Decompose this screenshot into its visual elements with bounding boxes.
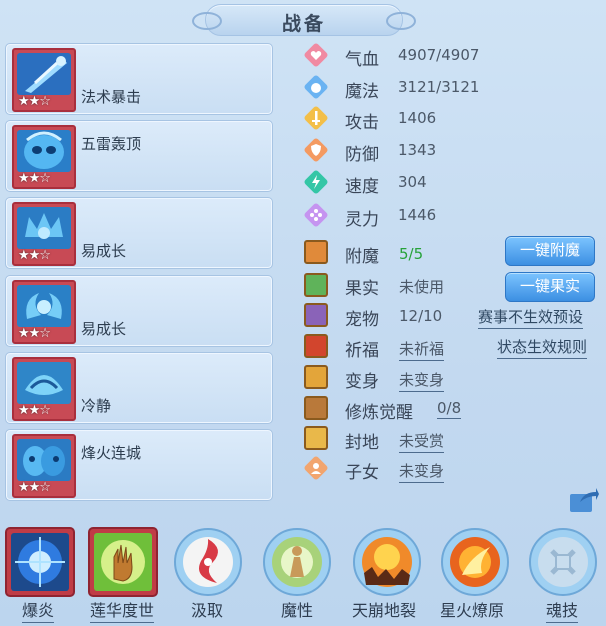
enchant-icon [304,240,328,264]
fruit-icon [304,273,328,297]
extra-label-awaken: 修炼觉醒 [345,403,413,423]
stat-label: 攻击 [345,113,379,133]
skill-card[interactable]: ★★☆ 法术暴击 [5,43,273,115]
bottom-skill-slot[interactable] [173,527,243,597]
golden-hand-icon [88,527,158,597]
sword-icon [304,106,328,130]
blue-burst-icon [5,527,75,597]
bottom-skill-label: 天崩地裂 [352,601,417,620]
shield-icon [304,138,328,162]
stat-value: 3121/3121 [398,78,480,96]
bottom-skill-label: 爆炎 [22,597,55,623]
extra-value-transform[interactable]: 未变身 [399,369,445,392]
skill-card[interactable]: ★★☆ 五雷轰顶 [5,120,273,192]
skill-name: 烽火连城 [81,444,142,462]
skill-stars: ★★☆ [18,94,51,109]
bottom-skill-label: 魂技 [546,597,579,623]
bottom-skill-slot[interactable] [88,527,158,597]
bottom-skill-label: 莲华度世 [90,597,155,623]
blue-claw-icon: ★★☆ [12,280,76,344]
extra-value-blessing[interactable]: 未祈福 [399,338,445,361]
skill-stars: ★★☆ [18,326,51,341]
extra-value-fruit: 未使用 [399,278,445,296]
extra-label-fief: 封地 [345,433,379,453]
skill-name: 冷静 [81,397,112,415]
stat-value: 1406 [398,109,437,127]
stat-label: 速度 [345,177,379,197]
bottom-skill-slot[interactable] [352,527,422,597]
empty-soul-icon [529,528,597,596]
share-icon[interactable] [568,486,600,514]
extra-label-child: 子女 [345,463,379,483]
skill-card[interactable]: ★★☆ 烽火连城 [5,429,273,501]
spirit-diamond-icon [304,203,328,227]
extra-label-fruit: 果实 [345,279,379,299]
skill-card[interactable]: ★★☆ 易成长 [5,275,273,347]
heart-icon [304,43,328,67]
bottom-skill-label: 汲取 [191,601,224,620]
extra-value-awaken[interactable]: 0/8 [437,399,462,419]
page-title: 战备 [281,13,326,35]
transform-icon [304,365,328,389]
extra-value-enchant: 5/5 [399,245,424,263]
title-banner: 战备 [192,4,416,36]
stat-value: 304 [398,173,427,191]
skill-name: 易成长 [81,320,127,338]
blue-masks-icon: ★★☆ [12,434,76,498]
red-swirl-icon [174,528,242,596]
event-preset-link[interactable]: 赛事不生效预设 [478,306,584,329]
bottom-skill-label: 魔性 [281,601,314,620]
bottom-skill-slot[interactable] [440,527,510,597]
bottom-skill-slot[interactable] [262,527,332,597]
stat-value: 1343 [398,141,437,159]
mana-drop-icon [304,75,328,99]
bottom-skill-label: 星火燎原 [440,601,505,620]
crystal-spear-icon: ★★☆ [12,48,76,112]
child-icon [304,456,328,480]
extra-label-transform: 变身 [345,372,379,392]
stat-label: 灵力 [345,210,379,230]
blue-mask-icon: ★★☆ [12,125,76,189]
extra-label-pet: 宠物 [345,310,379,330]
green-figure-icon [263,528,331,596]
fire-crack-icon [353,528,421,596]
bottom-skill-slot[interactable] [5,527,75,597]
extra-label-blessing: 祈福 [345,341,379,361]
extra-value-fief[interactable]: 未受赏 [399,430,445,453]
one-click-fruit-button[interactable]: 一键果实 [505,272,595,302]
stat-value: 1446 [398,206,437,224]
status-rules-link[interactable]: 状态生效规则 [497,336,588,359]
skill-stars: ★★☆ [18,248,51,263]
awaken-icon [304,396,328,420]
extra-value-child[interactable]: 未变身 [399,460,445,483]
skill-stars: ★★☆ [18,480,51,495]
extra-value-pet: 12/10 [399,307,443,325]
stat-label: 防御 [345,145,379,165]
skill-card[interactable]: ★★☆ 易成长 [5,197,273,269]
skill-stars: ★★☆ [18,403,51,418]
lightning-icon [304,170,328,194]
stat-label: 气血 [345,50,379,70]
one-click-enchant-button[interactable]: 一键附魔 [505,236,595,266]
blue-crown-icon: ★★☆ [12,202,76,266]
extra-label-enchant: 附魔 [345,247,379,267]
pet-icon [304,303,328,327]
bottom-skill-slot[interactable] [528,527,598,597]
stat-value: 4907/4907 [398,46,480,64]
stat-label: 魔法 [345,82,379,102]
skill-name: 法术暴击 [81,88,142,106]
skill-name: 易成长 [81,242,127,260]
blue-helm-icon: ★★☆ [12,357,76,421]
fief-icon [304,426,328,450]
blessing-icon [304,334,328,358]
fire-orb-icon [441,528,509,596]
skill-stars: ★★☆ [18,171,51,186]
skill-card[interactable]: ★★☆ 冷静 [5,352,273,424]
skill-name: 五雷轰顶 [81,135,142,153]
